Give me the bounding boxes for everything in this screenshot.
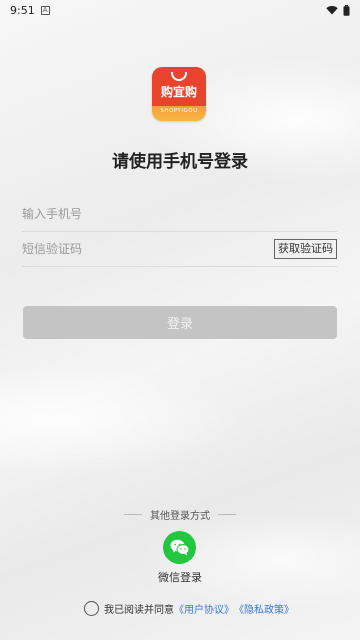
sms-code-input[interactable] (22, 231, 274, 266)
other-login-title: 其他登录方式 (150, 511, 210, 522)
code-field-row: 获取验证码 (22, 231, 337, 267)
agreement-row: 我已阅读并同意 《用户协议》 《隐私政策》 (84, 601, 294, 616)
wechat-login-label: 微信登录 (158, 571, 202, 584)
login-button[interactable]: 登录 (23, 306, 337, 339)
logo-text: 购宜购 (160, 85, 197, 99)
wifi-icon (326, 6, 338, 15)
wechat-login-button[interactable] (163, 531, 196, 564)
status-icons (326, 4, 350, 16)
bag-handle-icon (171, 72, 187, 81)
divider-left (124, 514, 142, 515)
phone-field-row (22, 196, 337, 232)
privacy-policy-link[interactable]: 《隐私政策》 (234, 601, 294, 616)
notification-icon: A (40, 5, 50, 15)
logo-subtext: SHOPYIGOU (160, 108, 198, 114)
get-code-button[interactable]: 获取验证码 (274, 238, 337, 259)
user-agreement-link[interactable]: 《用户协议》 (174, 601, 234, 616)
status-bar: 9:51 A (0, 0, 360, 20)
divider-right (218, 514, 236, 515)
other-login-header: 其他登录方式 (0, 507, 360, 522)
phone-input[interactable] (22, 196, 337, 231)
app-logo: 购宜购 SHOPYIGOU (152, 67, 206, 121)
page-title: 请使用手机号登录 (112, 152, 248, 172)
battery-icon (343, 4, 350, 16)
agree-radio[interactable] (84, 601, 99, 616)
agreement-prefix: 我已阅读并同意 (104, 605, 174, 616)
wechat-icon (170, 539, 189, 556)
status-time: 9:51 (10, 3, 35, 17)
